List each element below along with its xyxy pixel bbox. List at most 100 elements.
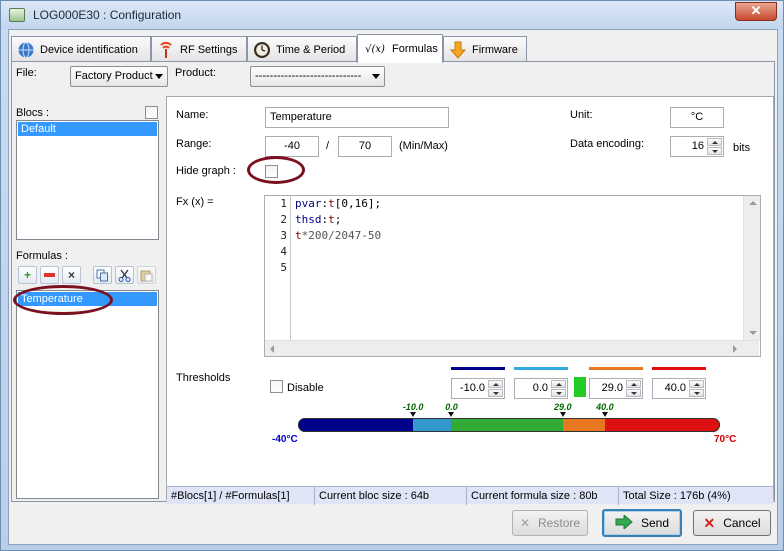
- sqrt-fx-icon: √(x): [365, 43, 385, 55]
- threshold-color-line: [451, 367, 505, 370]
- code-text[interactable]: pvar:t[0,16]; thsd:t; t*200/2047-50: [295, 196, 381, 244]
- cut-button[interactable]: [115, 266, 134, 284]
- scale-min-label: -40°C: [272, 434, 298, 445]
- plus-icon: +: [23, 268, 31, 282]
- tab-label: Firmware: [472, 43, 518, 56]
- threshold-value: -10.0: [459, 382, 485, 394]
- annotation-circle: [247, 156, 305, 184]
- range-separator: /: [326, 140, 330, 152]
- unit-label: Unit:: [570, 109, 593, 121]
- list-item[interactable]: Default: [18, 122, 157, 136]
- name-label: Name:: [176, 109, 209, 121]
- threshold-value: 40.0: [664, 382, 686, 394]
- threshold-1-stepper[interactable]: -10.0: [451, 378, 505, 399]
- spin-down-button[interactable]: [707, 147, 722, 155]
- copy-icon: [96, 269, 108, 281]
- line-number: 2: [280, 213, 287, 226]
- tab-label: Time & Period: [276, 43, 346, 56]
- data-encoding-stepper[interactable]: 16: [670, 136, 724, 157]
- blocs-label: Blocs :: [16, 107, 50, 119]
- send-label: Send: [640, 516, 670, 530]
- status-bar: #Blocs[1] / #Formulas[1] Current bloc si…: [167, 486, 773, 505]
- tab-rf-settings[interactable]: RF Settings: [151, 36, 247, 62]
- product-label: Product:: [175, 67, 216, 79]
- spin-down-button[interactable]: [488, 389, 503, 397]
- spin-down-button[interactable]: [551, 389, 566, 397]
- tab-label: Device identification: [40, 43, 138, 56]
- formula-code-editor[interactable]: 1 2 3 4 5 pvar:t[0,16]; thsd:t; t*200/20…: [264, 195, 761, 357]
- scale-tick-marker[interactable]: [448, 412, 455, 417]
- code-token: thsd: [295, 213, 322, 226]
- scale-tick-label: 0.0: [445, 402, 458, 412]
- threshold-3-stepper[interactable]: 29.0: [589, 378, 643, 399]
- file-select[interactable]: Factory Product: [70, 66, 168, 87]
- line-number-gutter: 1 2 3 4 5: [265, 196, 291, 340]
- tab-formulas[interactable]: √(x) Formulas: [357, 34, 443, 63]
- spin-down-button[interactable]: [689, 389, 704, 397]
- disable-label: Disable: [287, 382, 324, 394]
- remove-formula-button[interactable]: [40, 266, 59, 284]
- hide-graph-label: Hide graph :: [176, 165, 236, 177]
- code-line: pvar:t[0,16];: [295, 196, 381, 212]
- title-bar[interactable]: LOG000E30 : Configuration ✕: [1, 1, 783, 29]
- formulas-list[interactable]: Temperature: [16, 290, 159, 499]
- scissors-icon: [118, 269, 131, 282]
- name-field[interactable]: Temperature: [265, 107, 449, 128]
- spin-up-button[interactable]: [626, 380, 641, 388]
- code-token: t: [328, 197, 335, 210]
- code-token: [0,16];: [334, 197, 382, 210]
- code-line: t*200/2047-50: [295, 228, 381, 244]
- product-select[interactable]: -----------------------------: [250, 66, 385, 87]
- range-max-field[interactable]: 70: [338, 136, 392, 157]
- file-select-value: Factory Product: [75, 70, 153, 82]
- spin-up-button[interactable]: [707, 138, 722, 146]
- blocs-checkbox[interactable]: [145, 106, 158, 119]
- close-button[interactable]: ✕: [735, 2, 777, 21]
- scale-tick-marker[interactable]: [559, 412, 566, 417]
- tab-time-period[interactable]: Time & Period: [247, 36, 357, 62]
- vertical-scrollbar[interactable]: [743, 196, 760, 340]
- spin-down-button[interactable]: [626, 389, 641, 397]
- product-select-value: -----------------------------: [255, 70, 362, 82]
- spin-up-button[interactable]: [689, 380, 704, 388]
- threshold-2-stepper[interactable]: 0.0: [514, 378, 568, 399]
- scale-tick-marker[interactable]: [601, 412, 608, 417]
- range-min-field[interactable]: -40: [265, 136, 319, 157]
- paste-button[interactable]: [137, 266, 156, 284]
- arrow-right-icon: [615, 513, 633, 532]
- horizontal-scrollbar[interactable]: [265, 340, 759, 356]
- mid-range-marker: [574, 377, 586, 397]
- scale-outline: [298, 418, 720, 432]
- disable-thresholds-checkbox[interactable]: [270, 380, 283, 393]
- file-label: File:: [16, 67, 37, 79]
- blocs-list[interactable]: Default: [16, 120, 159, 240]
- scale-tick-marker[interactable]: [410, 412, 417, 417]
- tab-firmware[interactable]: Firmware: [443, 36, 527, 62]
- x-icon: ×: [67, 268, 75, 282]
- line-number: 1: [280, 197, 287, 210]
- code-token: t: [295, 229, 302, 242]
- tab-label: Formulas: [392, 43, 438, 55]
- formulas-label: Formulas :: [16, 250, 68, 262]
- spin-up-button[interactable]: [551, 380, 566, 388]
- tab-label: RF Settings: [180, 43, 238, 56]
- unit-field[interactable]: °C: [670, 107, 724, 128]
- delete-formula-button[interactable]: ×: [62, 266, 81, 284]
- cancel-button[interactable]: ✕ Cancel: [693, 510, 771, 536]
- spin-up-button[interactable]: [488, 380, 503, 388]
- tab-device-identification[interactable]: Device identification: [11, 36, 151, 62]
- window-title: LOG000E30 : Configuration: [33, 8, 182, 22]
- restore-button[interactable]: ✕ Restore: [512, 510, 588, 536]
- line-number: 3: [280, 229, 287, 242]
- line-number: 5: [280, 261, 287, 274]
- scroll-down-icon: [749, 331, 757, 335]
- antenna-icon: [156, 40, 176, 60]
- add-formula-button[interactable]: +: [18, 266, 37, 284]
- window-client-area: Device identification RF Settings Time &…: [8, 29, 778, 545]
- send-button[interactable]: Send: [602, 509, 682, 537]
- scroll-up-icon: [749, 201, 757, 205]
- copy-button[interactable]: [93, 266, 112, 284]
- threshold-4-stepper[interactable]: 40.0: [652, 378, 706, 399]
- app-icon: [9, 8, 25, 22]
- line-number: 4: [280, 245, 287, 258]
